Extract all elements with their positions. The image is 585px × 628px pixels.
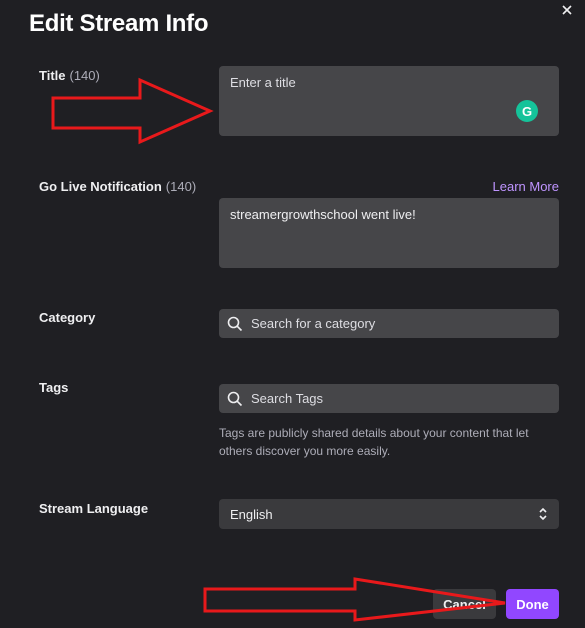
close-icon[interactable] (561, 4, 573, 16)
tags-search-input[interactable]: Search Tags (219, 384, 559, 413)
tags-placeholder: Search Tags (251, 391, 324, 406)
tags-label: Tags (39, 380, 69, 395)
search-icon (227, 316, 243, 331)
title-char-count: (140) (69, 68, 100, 83)
search-icon (227, 391, 243, 406)
title-input[interactable]: Enter a title G (219, 66, 559, 136)
chevron-up-down-icon (539, 507, 547, 521)
notification-label: Go Live Notification (140) (39, 179, 196, 194)
notification-value: streamergrowthschool went live! (230, 207, 416, 222)
cancel-button[interactable]: Cancel (433, 589, 496, 619)
language-label: Stream Language (39, 501, 149, 516)
modal-title: Edit Stream Info (29, 10, 209, 37)
notification-char-count: (140) (165, 179, 197, 194)
learn-more-link[interactable]: Learn More (493, 179, 559, 194)
category-placeholder: Search for a category (251, 316, 376, 331)
done-button[interactable]: Done (506, 589, 559, 619)
language-select[interactable]: English (219, 499, 559, 529)
notification-label-text: Go Live Notification (39, 179, 162, 194)
notification-input[interactable]: streamergrowthschool went live! (219, 198, 559, 268)
language-value: English (230, 506, 273, 522)
title-label-text: Title (39, 68, 66, 83)
title-placeholder: Enter a title (230, 75, 296, 90)
category-search-input[interactable]: Search for a category (219, 309, 559, 338)
tags-helper-text: Tags are publicly shared details about y… (219, 426, 529, 458)
grammarly-icon[interactable]: G (516, 100, 538, 122)
title-arrow-annotation (51, 77, 214, 145)
title-label: Title (140) (39, 68, 100, 83)
category-label: Category (39, 310, 96, 325)
